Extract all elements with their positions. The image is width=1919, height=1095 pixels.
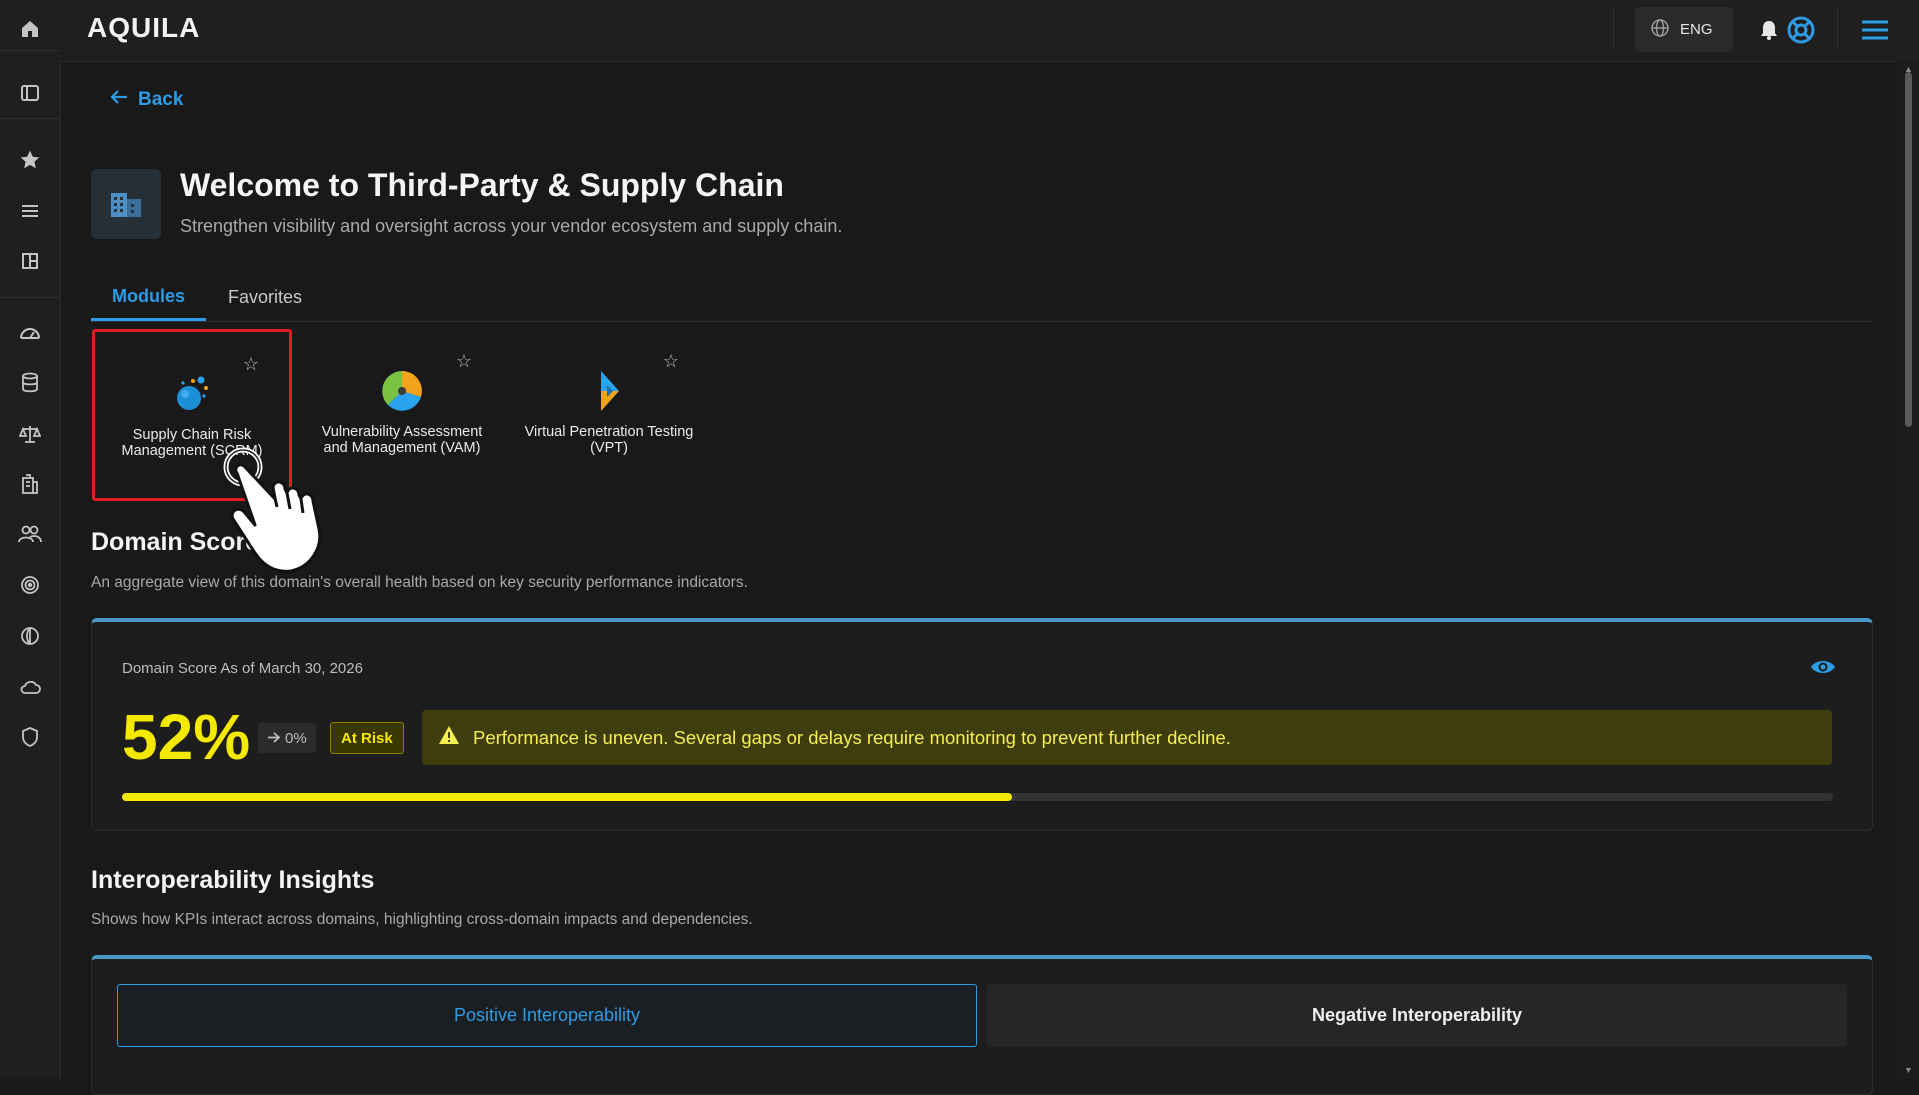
cloud-icon[interactable] [18,675,42,699]
left-rail [0,0,61,1079]
main-content: Back Welcome to Third-Party & Supply Cha… [60,61,1897,1095]
language-selector[interactable]: ENG [1635,7,1733,52]
page-title: Welcome to Third-Party & Supply Chain [180,167,784,203]
database-icon[interactable] [18,371,42,395]
target-icon[interactable] [18,573,42,597]
delta-value: 0% [285,729,307,747]
globe-split-icon[interactable] [18,624,42,648]
domain-score-title: Domain Score [91,528,260,556]
top-bar: AQUILA ENG [60,0,1919,62]
interoperability-title: Interoperability Insights [91,866,375,894]
tab-divider [91,321,1873,322]
favorite-star-icon[interactable]: ☆ [456,351,472,372]
score-progress-bar [122,793,1833,801]
globe-icon [1650,18,1670,42]
hamburger-menu-icon[interactable] [1861,16,1889,44]
score-delta: 0% [258,723,316,753]
sidebar-toggle-icon[interactable] [18,81,42,105]
scrollbar-thumb[interactable] [1905,72,1912,427]
domain-score-subtitle: An aggregate view of this domain's overa… [91,574,748,591]
dashboard-gauge-icon[interactable] [18,321,42,345]
positive-interoperability-toggle[interactable]: Positive Interoperability [117,984,977,1047]
logo-text: AQUILA [87,12,201,43]
score-value: 52% [122,701,251,773]
module-label: Supply Chain Risk Management (SCRM) [121,427,263,459]
menu-list-icon[interactable] [18,199,42,223]
module-label: Virtual Penetration Testing (VPT) [524,424,694,456]
scroll-down-arrow-icon[interactable]: ▼ [1904,1066,1913,1075]
scrm-bubbles-icon [177,376,208,410]
back-button[interactable]: Back [110,89,183,111]
support-lifebuoy-icon[interactable] [1787,16,1815,44]
back-label: Back [138,89,184,110]
module-scrm[interactable]: ☆ Supply Chain Risk Management (SCRM) [92,329,292,501]
arrow-left-icon [110,89,128,111]
notification-bell-icon[interactable] [1755,16,1783,44]
language-label: ENG [1680,21,1713,38]
tab-modules[interactable]: Modules [91,274,206,321]
layout-icon[interactable] [18,249,42,273]
tab-favorites[interactable]: Favorites [215,274,315,321]
favorite-star-icon[interactable]: ☆ [663,351,679,372]
star-icon[interactable] [18,148,42,172]
arrow-right-icon [267,730,281,747]
domain-score-card: Domain Score As of March 30, 2026 52% 0%… [91,618,1873,831]
module-label: Vulnerability Assessment and Management … [321,424,483,456]
users-icon[interactable] [18,522,42,546]
module-vpt[interactable]: ☆ Virtual Penetration Testing (VPT) [509,329,709,501]
building-blocks-icon [91,169,161,239]
status-badge: At Risk [330,722,404,754]
warning-message: Performance is uneven. Several gaps or d… [473,726,1231,748]
score-progress-fill [122,793,1012,801]
scales-icon[interactable] [18,422,42,446]
shield-icon[interactable] [18,725,42,749]
module-vam[interactable]: ☆ Vulnerability Assessment and Managemen… [302,329,502,501]
score-as-of-date: Domain Score As of March 30, 2026 [122,660,363,677]
vpt-arrow-icon [601,371,619,411]
interoperability-subtitle: Shows how KPIs interact across domains, … [91,911,753,928]
favorite-star-icon[interactable]: ☆ [243,354,259,375]
home-icon[interactable] [18,17,42,41]
vam-pie-icon [382,371,422,411]
warning-banner: Performance is uneven. Several gaps or d… [422,710,1832,765]
interoperability-card: Positive Interoperability Negative Inter… [91,955,1873,1095]
warning-triangle-icon [438,725,460,750]
page-subtitle: Strengthen visibility and oversight acro… [180,216,843,236]
building-icon[interactable] [18,472,42,496]
negative-interoperability-toggle[interactable]: Negative Interoperability [987,984,1847,1047]
eye-icon[interactable] [1810,658,1836,681]
aquila-logo[interactable]: AQUILA [87,12,200,44]
